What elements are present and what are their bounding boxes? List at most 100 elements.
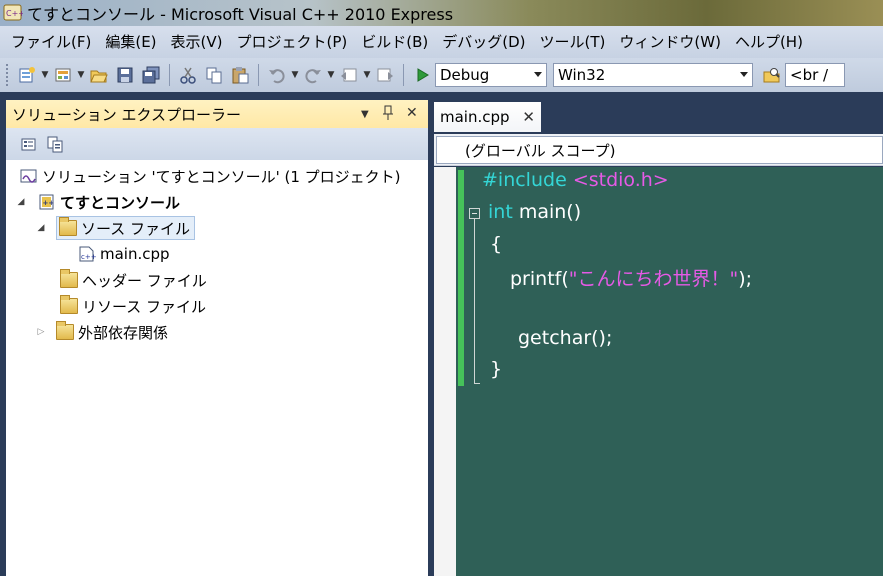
tree-project-node[interactable]: ◢ ++ てすとコンソール bbox=[14, 190, 180, 214]
code-token-directive: #include bbox=[482, 169, 567, 191]
navigate-back-icon[interactable] bbox=[338, 64, 360, 86]
toolbar-grip[interactable] bbox=[6, 64, 10, 86]
tree-main-cpp-node[interactable]: c++ main.cpp bbox=[78, 242, 170, 266]
window-position-dropdown-icon[interactable]: ▼ bbox=[361, 109, 369, 120]
tree-item-label: 外部依存関係 bbox=[78, 323, 169, 342]
solution-platform-combo[interactable]: Win32 bbox=[553, 63, 753, 87]
chevron-down-icon[interactable]: ▼ bbox=[40, 70, 50, 80]
svg-text:c++: c++ bbox=[81, 253, 96, 261]
tree-header-files-node[interactable]: ヘッダー ファイル bbox=[60, 268, 207, 292]
folder-icon bbox=[60, 295, 78, 314]
copy-icon[interactable] bbox=[203, 64, 225, 86]
title-bar: C++ てすとコンソール - Microsoft Visual C++ 2010… bbox=[0, 0, 883, 26]
tree-solution-node[interactable]: ソリューション 'てすとコンソール' (1 プロジェクト) bbox=[20, 164, 401, 188]
folder-icon bbox=[60, 269, 78, 288]
indicator-margin[interactable] bbox=[434, 167, 456, 576]
tree-item-label: main.cpp bbox=[100, 245, 170, 263]
svg-text:++: ++ bbox=[43, 199, 55, 207]
menu-tools[interactable]: ツール(T) bbox=[533, 30, 613, 54]
chevron-down-icon[interactable]: ▼ bbox=[362, 70, 372, 80]
show-all-files-icon[interactable] bbox=[44, 133, 66, 155]
outlining-line bbox=[474, 219, 475, 384]
pin-icon[interactable] bbox=[382, 105, 394, 125]
toolbar-separator bbox=[403, 64, 404, 86]
solution-label: ソリューション 'てすとコンソール' (1 プロジェクト) bbox=[42, 167, 401, 186]
start-debugging-icon[interactable] bbox=[411, 64, 433, 86]
save-all-icon[interactable] bbox=[140, 64, 162, 86]
close-icon[interactable]: ✕ bbox=[522, 108, 535, 126]
menu-project[interactable]: プロジェクト(P) bbox=[230, 30, 355, 54]
properties-icon[interactable] bbox=[18, 133, 40, 155]
add-item-icon[interactable] bbox=[52, 64, 74, 86]
menu-bar: ファイル(F) 編集(E) 表示(V) プロジェクト(P) ビルド(B) デバッ… bbox=[0, 26, 883, 58]
redo-icon[interactable] bbox=[302, 64, 324, 86]
project-label: てすとコンソール bbox=[60, 193, 181, 212]
code-line[interactable]: int main() bbox=[488, 201, 581, 223]
code-line[interactable]: getchar(); bbox=[518, 327, 612, 349]
cpp-file-icon: c++ bbox=[78, 246, 97, 262]
menu-build[interactable]: ビルド(B) bbox=[354, 30, 435, 54]
code-token-text: printf( bbox=[510, 268, 569, 290]
tree-external-dependencies-node[interactable]: ▷ 外部依存関係 bbox=[34, 320, 168, 344]
code-token-text: { bbox=[490, 233, 503, 255]
outlining-line-end bbox=[474, 383, 480, 384]
code-token-text: } bbox=[490, 358, 503, 380]
chevron-down-icon[interactable] bbox=[740, 72, 748, 77]
chevron-down-icon[interactable] bbox=[534, 72, 542, 77]
new-project-icon[interactable] bbox=[16, 64, 38, 86]
code-token-string: "こんにちわ世界！" bbox=[568, 268, 739, 290]
find-combo[interactable]: <br / bbox=[785, 63, 845, 87]
cut-icon[interactable] bbox=[177, 64, 199, 86]
find-combo-value: <br / bbox=[790, 66, 829, 84]
solution-platform-value: Win32 bbox=[558, 66, 606, 84]
code-token-keyword: int bbox=[488, 201, 513, 223]
open-folder-icon bbox=[59, 217, 77, 236]
paste-icon[interactable] bbox=[229, 64, 251, 86]
chevron-down-icon[interactable]: ▼ bbox=[290, 70, 300, 80]
tree-source-files-node[interactable]: ◢ ソース ファイル bbox=[34, 216, 196, 240]
menu-debug[interactable]: デバッグ(D) bbox=[435, 30, 532, 54]
save-icon[interactable] bbox=[114, 64, 136, 86]
expanded-arrow-icon[interactable]: ◢ bbox=[34, 223, 48, 233]
standard-toolbar: ▼ ▼ ▼ ▼ ▼ Debug Win32 <br / bbox=[0, 58, 883, 92]
tree-resource-files-node[interactable]: リソース ファイル bbox=[60, 294, 206, 318]
solution-configuration-combo[interactable]: Debug bbox=[435, 63, 547, 87]
visual-cpp-app-icon[interactable]: C++ bbox=[3, 3, 25, 23]
solution-explorer-title: ソリューション エクスプローラー bbox=[12, 105, 242, 124]
tree-item-label: ソース ファイル bbox=[81, 219, 191, 238]
undo-icon[interactable] bbox=[266, 64, 288, 86]
window-title: てすとコンソール - Microsoft Visual C++ 2010 Exp… bbox=[27, 5, 454, 24]
solution-explorer-toolbar bbox=[6, 128, 428, 160]
code-token-header: <stdio.h> bbox=[572, 169, 669, 191]
navigate-forward-icon[interactable] bbox=[374, 64, 396, 86]
code-token-text: main() bbox=[518, 201, 582, 223]
expanded-arrow-icon[interactable]: ◢ bbox=[14, 197, 28, 207]
menu-file[interactable]: ファイル(F) bbox=[4, 30, 98, 54]
chevron-down-icon[interactable]: ▼ bbox=[326, 70, 336, 80]
selected-node-highlight: ソース ファイル bbox=[56, 216, 196, 240]
menu-edit[interactable]: 編集(E) bbox=[98, 30, 163, 54]
chevron-down-icon[interactable]: ▼ bbox=[76, 70, 86, 80]
folder-icon bbox=[56, 321, 74, 340]
menu-view[interactable]: 表示(V) bbox=[164, 30, 230, 54]
code-line[interactable]: { bbox=[490, 233, 502, 255]
tree-item-label: リソース ファイル bbox=[82, 297, 207, 316]
collapsed-arrow-icon[interactable]: ▷ bbox=[34, 327, 48, 337]
find-in-files-icon[interactable] bbox=[761, 64, 783, 86]
tab-label: main.cpp bbox=[440, 108, 510, 126]
open-icon[interactable] bbox=[88, 64, 110, 86]
code-line[interactable]: } bbox=[490, 358, 502, 380]
scope-dropdown[interactable]: (グローバル スコープ) bbox=[436, 136, 883, 164]
scope-value: (グローバル スコープ) bbox=[465, 141, 616, 160]
menu-help[interactable]: ヘルプ(H) bbox=[728, 30, 810, 54]
menu-window[interactable]: ウィンドウ(W) bbox=[612, 30, 728, 54]
code-line[interactable]: #include <stdio.h> bbox=[482, 169, 669, 191]
collapse-outline-icon[interactable] bbox=[469, 208, 480, 219]
code-editor[interactable]: #include <stdio.h> int main() { printf("… bbox=[434, 167, 883, 576]
tab-main-cpp[interactable]: main.cpp ✕ bbox=[434, 102, 541, 132]
solution-explorer-panel: ソリューション エクスプローラー ▼ ✕ ソリューション 'てすとコンソール' … bbox=[6, 100, 428, 576]
solution-configuration-value: Debug bbox=[440, 66, 490, 84]
code-line[interactable]: printf("こんにちわ世界！"); bbox=[510, 264, 752, 291]
solution-explorer-header[interactable]: ソリューション エクスプローラー ▼ ✕ bbox=[6, 100, 428, 128]
close-icon[interactable]: ✕ bbox=[406, 105, 418, 121]
